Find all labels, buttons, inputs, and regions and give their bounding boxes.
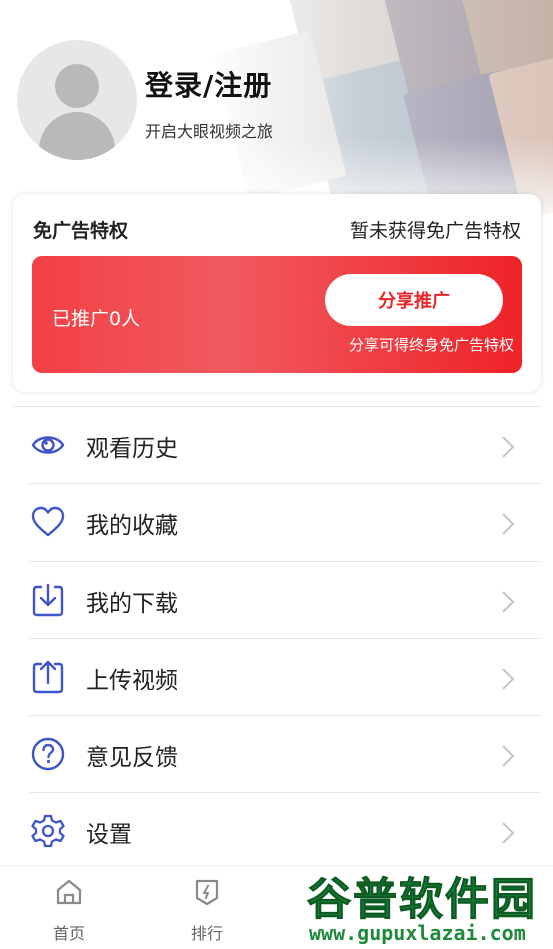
menu-item-upload-video[interactable]: 上传视频 bbox=[0, 639, 553, 717]
upload-icon bbox=[32, 660, 64, 694]
avatar[interactable] bbox=[17, 40, 137, 160]
chevron-right-icon bbox=[502, 745, 515, 767]
ad-free-card: 免广告特权 暂未获得免广告特权 已推广0人 分享推广 分享可得终身免广告特权 bbox=[13, 194, 541, 392]
menu-item-favorites[interactable]: 我的收藏 bbox=[0, 484, 553, 562]
home-icon bbox=[56, 879, 82, 905]
menu-item-label: 上传视频 bbox=[86, 667, 178, 694]
menu-item-label: 观看历史 bbox=[86, 436, 178, 462]
watermark-url: www.gupuxlazai.com bbox=[309, 921, 526, 945]
tab-label: 排行 bbox=[190, 924, 223, 943]
chevron-right-icon bbox=[502, 436, 515, 458]
menu-item-downloads[interactable]: 我的下载 bbox=[0, 562, 553, 639]
tab-home[interactable]: 首页 bbox=[9, 866, 129, 949]
eye-icon bbox=[31, 436, 65, 454]
login-register-link[interactable]: 登录/注册 bbox=[145, 64, 272, 104]
gear-icon bbox=[31, 815, 65, 848]
share-promote-button[interactable]: 分享推广 bbox=[325, 274, 503, 326]
menu-item-watch-history[interactable]: 观看历史 bbox=[0, 407, 553, 485]
ad-free-title: 免广告特权 bbox=[33, 220, 129, 242]
menu-item-label: 设置 bbox=[86, 822, 132, 849]
chevron-right-icon bbox=[502, 590, 515, 613]
menu-item-feedback[interactable]: 意见反馈 bbox=[0, 716, 553, 794]
menu-item-label: 意见反馈 bbox=[86, 745, 178, 772]
chevron-right-icon bbox=[502, 668, 515, 690]
ad-free-status: 暂未获得免广告特权 bbox=[349, 220, 521, 242]
promotion-banner: 已推广0人 分享推广 分享可得终身免广告特权 bbox=[32, 256, 522, 373]
heart-icon bbox=[31, 507, 65, 537]
menu-item-settings[interactable]: 设置 bbox=[0, 793, 553, 870]
share-hint: 分享可得终身免广告特权 bbox=[348, 336, 514, 354]
tab-label: 首页 bbox=[52, 924, 85, 943]
tab-ranking[interactable]: 排行 bbox=[147, 866, 267, 949]
menu-item-label: 我的下载 bbox=[86, 590, 178, 617]
chevron-right-icon bbox=[502, 822, 515, 845]
site-watermark: 谷普软件园 www.gupuxlazai.com bbox=[305, 861, 553, 949]
menu-item-label: 我的收藏 bbox=[86, 513, 178, 540]
login-subtitle: 开启大眼视频之旅 bbox=[145, 122, 274, 141]
ranking-icon bbox=[195, 879, 219, 906]
promoted-count: 已推广0人 bbox=[52, 308, 141, 330]
question-icon bbox=[31, 737, 65, 771]
watermark-title: 谷普软件园 bbox=[307, 874, 537, 926]
settings-menu: 观看历史 我的收藏 我的下载 上传视频 意见反馈 设置 bbox=[0, 407, 553, 871]
download-icon bbox=[32, 583, 64, 616]
chevron-right-icon bbox=[502, 513, 515, 536]
